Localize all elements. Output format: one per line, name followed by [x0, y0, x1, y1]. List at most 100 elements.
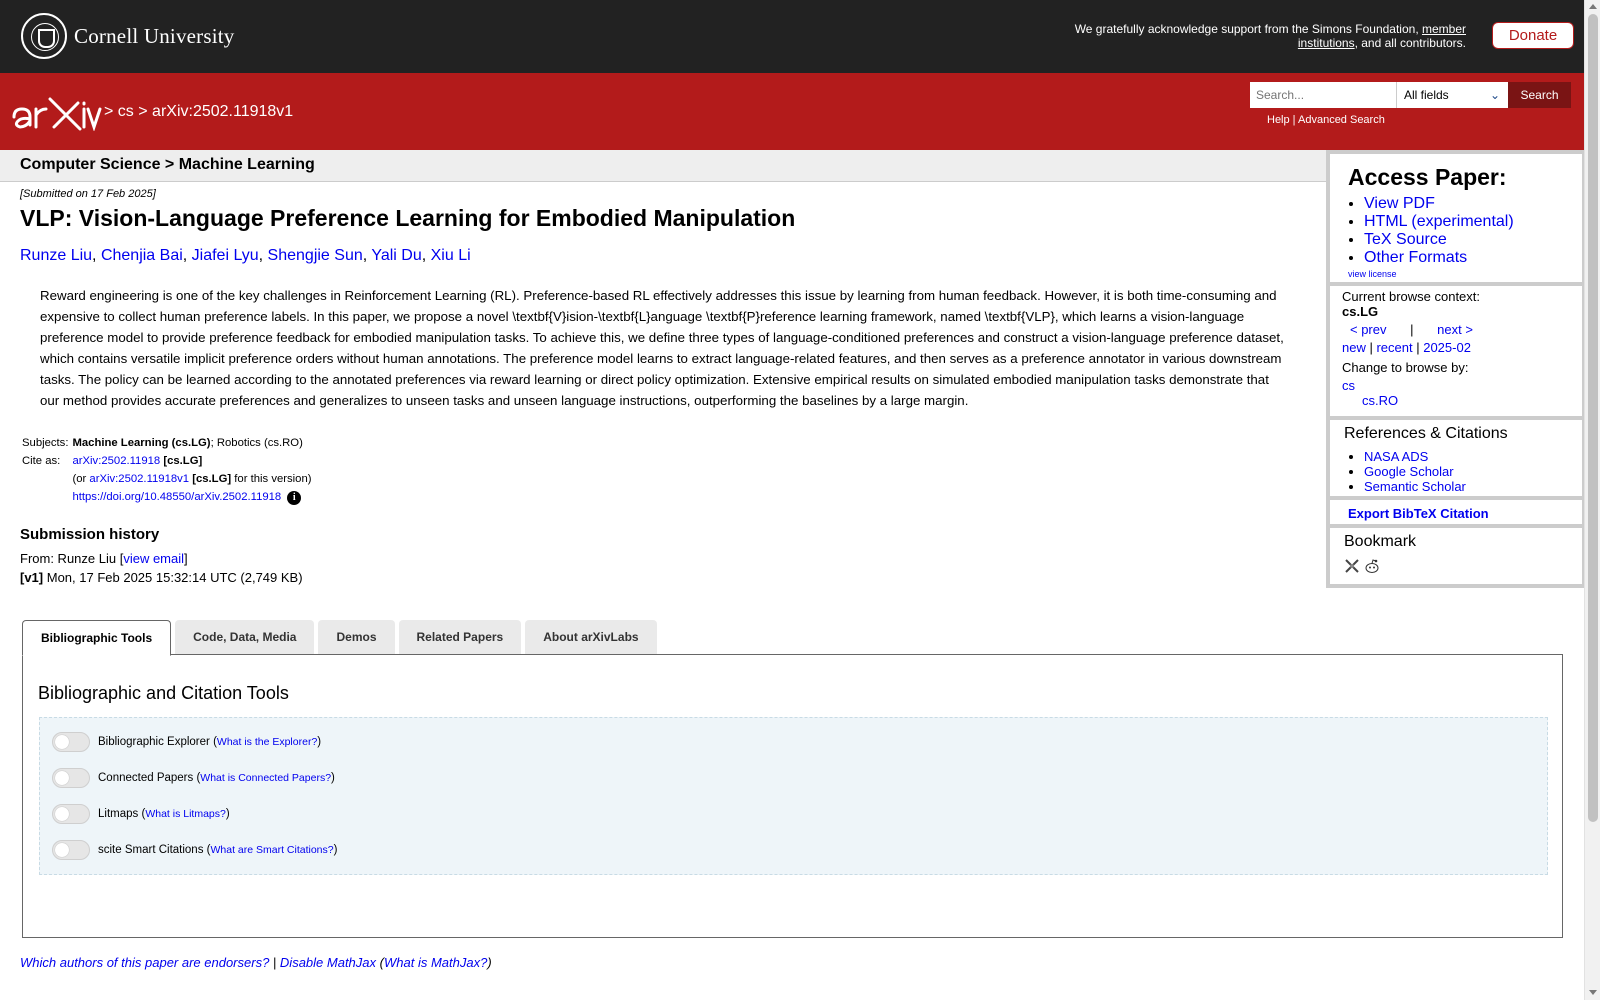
scroll-down-icon[interactable]: [1589, 990, 1597, 995]
help-links: Help | Advanced Search: [1267, 114, 1385, 126]
endorsers-link[interactable]: Which authors of this paper are endorser…: [20, 955, 269, 970]
next-link[interactable]: next >: [1437, 322, 1473, 337]
bookmark-icons: [1344, 558, 1380, 574]
scrollbar-thumb[interactable]: [1588, 14, 1598, 822]
search-field-select[interactable]: All fields ⌄: [1396, 82, 1508, 108]
author-link[interactable]: Runze Liu: [20, 247, 92, 264]
cite-or: (or: [72, 473, 90, 485]
tool-label: Litmaps: [98, 808, 139, 820]
other-formats-link[interactable]: Other Formats: [1364, 249, 1467, 266]
cornell-logo[interactable]: Cornell University: [21, 13, 235, 59]
bibsonomy-icon[interactable]: [1344, 558, 1360, 574]
footer-links: Which authors of this paper are endorser…: [20, 955, 492, 970]
cite-value: arXiv:2502.11918 [cs.LG]: [72, 454, 315, 472]
tab-related-papers[interactable]: Related Papers: [398, 620, 522, 655]
doi-link[interactable]: https://doi.org/10.48550/arXiv.2502.1191…: [72, 491, 281, 503]
acknowledgement: We gratefully acknowledge support from t…: [1046, 22, 1466, 50]
tex-source-link[interactable]: TeX Source: [1364, 231, 1447, 248]
cite-version-category: [cs.LG]: [192, 473, 232, 485]
subjects-label: Subjects:: [22, 437, 69, 449]
help-link[interactable]: Help: [1267, 114, 1290, 126]
connected-papers-toggle[interactable]: [52, 768, 90, 788]
cornell-seal-icon: [21, 13, 67, 59]
nasa-ads-link[interactable]: NASA ADS: [1364, 449, 1428, 464]
page-scrollbar[interactable]: [1584, 0, 1600, 1000]
html-link[interactable]: HTML (experimental): [1364, 213, 1514, 230]
crumb-sep: >: [138, 103, 148, 120]
author-link[interactable]: Xiu Li: [431, 247, 471, 264]
cite-for-version: for this version): [231, 473, 312, 485]
right-sidebar: Access Paper: View PDF HTML (experimenta…: [1326, 150, 1586, 588]
tool-info-link[interactable]: What are Smart Citations?: [210, 844, 333, 856]
bibliographic-explorer-toggle[interactable]: [52, 732, 90, 752]
tools-box: Bibliographic Explorer (What is the Expl…: [39, 717, 1548, 875]
view-pdf-link[interactable]: View PDF: [1364, 195, 1435, 212]
export-box: Export BibTeX Citation: [1330, 500, 1582, 524]
tool-row: Connected Papers (What is Connected Pape…: [52, 768, 335, 788]
paren: ): [487, 955, 492, 970]
search-field-value: All fields: [1404, 88, 1449, 102]
search-input[interactable]: [1250, 82, 1396, 108]
new-link[interactable]: new: [1342, 340, 1366, 355]
recent-link[interactable]: recent: [1376, 340, 1412, 355]
search-button[interactable]: Search: [1508, 82, 1571, 108]
paren: (: [376, 955, 384, 970]
submission-history-heading: Submission history: [20, 526, 160, 543]
reddit-icon[interactable]: [1364, 558, 1380, 574]
tab-bibliographic-tools[interactable]: Bibliographic Tools: [22, 620, 172, 656]
cite-id-link[interactable]: arXiv:2502.11918: [72, 455, 160, 467]
tool-info-link[interactable]: What is the Explorer?: [217, 736, 317, 748]
crumb-cs[interactable]: cs: [118, 103, 134, 120]
export-bibtex-link[interactable]: Export BibTeX Citation: [1348, 506, 1489, 521]
abstract: Reward engineering is one of the key cha…: [40, 288, 1284, 408]
browse-context-box: Current browse context: cs.LG < prev | n…: [1330, 286, 1582, 416]
tool-label: Connected Papers: [98, 772, 194, 784]
bookmark-box: Bookmark: [1330, 528, 1582, 584]
tool-row: scite Smart Citations (What are Smart Ci…: [52, 840, 337, 860]
subjects-value: Machine Learning (cs.LG); Robotics (cs.R…: [72, 436, 315, 454]
view-email-link[interactable]: view email: [123, 551, 184, 566]
cornell-name: Cornell University: [74, 23, 235, 48]
browse-links: new | recent | 2025-02: [1342, 340, 1471, 355]
tool-info-link[interactable]: What is Litmaps?: [145, 808, 226, 820]
disable-mathjax-link[interactable]: Disable MathJax: [280, 955, 376, 970]
author-link[interactable]: Shengjie Sun: [268, 247, 363, 264]
submitter: From: Runze Liu [view email]: [20, 551, 188, 566]
subject-bar: Computer Science > Machine Learning: [0, 150, 1326, 182]
access-links: View PDF HTML (experimental) TeX Source …: [1340, 195, 1514, 267]
ack-tail: , and all contributors.: [1354, 36, 1466, 50]
scroll-up-icon[interactable]: [1589, 4, 1597, 9]
view-license-link[interactable]: view license: [1348, 269, 1397, 279]
month-link[interactable]: 2025-02: [1423, 340, 1471, 355]
what-is-mathjax-link[interactable]: What is MathJax?: [384, 955, 487, 970]
author-link[interactable]: Yali Du: [371, 247, 421, 264]
browse-context-value: cs.LG: [1342, 304, 1379, 319]
metadata-table: Subjects: Machine Learning (cs.LG); Robo…: [22, 436, 316, 510]
cite-category: [cs.LG]: [163, 455, 203, 467]
tab-code-data-media[interactable]: Code, Data, Media: [175, 620, 315, 655]
arxiv-logo-icon[interactable]: [10, 93, 102, 131]
tab-demos[interactable]: Demos: [318, 620, 395, 655]
tab-about-arxivlabs[interactable]: About arXivLabs: [525, 620, 657, 655]
paper-title: VLP: Vision-Language Preference Learning…: [20, 205, 796, 231]
litmaps-toggle[interactable]: [52, 804, 90, 824]
prev-link[interactable]: < prev: [1350, 322, 1387, 337]
author-link[interactable]: Chenjia Bai: [101, 247, 183, 264]
browse-cs-link[interactable]: cs: [1342, 378, 1355, 393]
semantic-scholar-link[interactable]: Semantic Scholar: [1364, 479, 1466, 494]
author-link[interactable]: Jiafei Lyu: [192, 247, 259, 264]
empty-cell: [22, 472, 72, 490]
donate-button[interactable]: Donate: [1492, 22, 1574, 49]
advanced-search-link[interactable]: Advanced Search: [1298, 114, 1385, 126]
separator: |: [1410, 322, 1414, 337]
references-links: NASA ADS Google Scholar Semantic Scholar: [1340, 449, 1466, 494]
browse-ro-link[interactable]: cs.RO: [1362, 393, 1398, 408]
separator: |: [269, 955, 280, 970]
info-icon[interactable]: i: [287, 491, 302, 505]
top-bar: Cornell University We gratefully acknowl…: [0, 0, 1584, 73]
google-scholar-link[interactable]: Google Scholar: [1364, 464, 1454, 479]
tool-info-link[interactable]: What is Connected Papers?: [200, 772, 331, 784]
scite-toggle[interactable]: [52, 840, 90, 860]
empty-cell: [22, 490, 72, 510]
cite-version-link[interactable]: arXiv:2502.11918v1: [89, 473, 189, 485]
